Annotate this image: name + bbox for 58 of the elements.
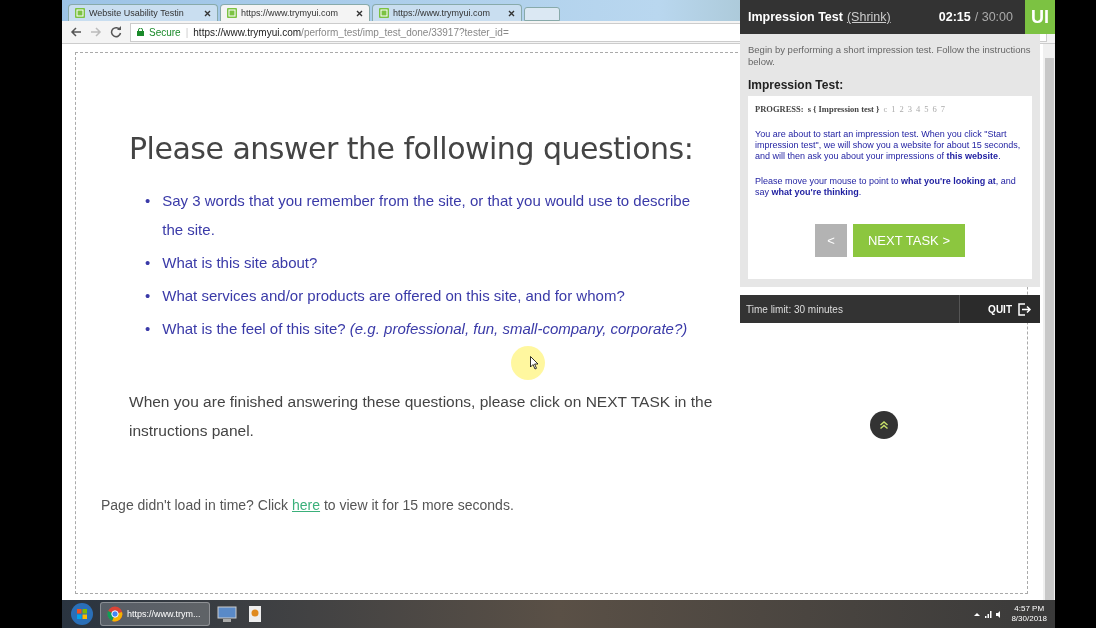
bullet: • <box>145 253 151 273</box>
reload-icon[interactable] <box>110 26 122 38</box>
progress-current: s { Impression test } <box>807 104 880 115</box>
progress-step: c <box>883 104 888 115</box>
bullet: • <box>145 191 151 211</box>
progress-label: PROGRESS: <box>755 104 804 115</box>
close-icon[interactable] <box>508 9 515 17</box>
progress-step: 1 <box>891 104 896 115</box>
question-text: What is this site about? <box>162 253 318 273</box>
panel-title: Impression Test <box>748 10 843 24</box>
question-text: What is the feel of this site? (e.g. professional, fun, small-company, corporate?) <box>162 319 688 339</box>
time-limit-value: / 30:00 <box>974 10 1013 24</box>
separator: | <box>185 26 189 38</box>
shrink-link[interactable]: (Shrink) <box>846 10 891 24</box>
taskbar-clock[interactable]: 4:57 PM 8/30/2018 <box>1011 604 1047 624</box>
site-icon <box>227 8 237 18</box>
bullet: • <box>145 319 151 339</box>
bullet: • <box>145 286 151 306</box>
progress-step: 7 <box>940 104 945 115</box>
browser-icon <box>107 606 123 622</box>
progress-step: 4 <box>915 104 921 115</box>
collapse-button[interactable] <box>870 411 898 439</box>
intro-text: Begin by performing a short impression test. Follow the instructions below. <box>748 44 1032 68</box>
section-title: Impression Test: <box>748 78 845 92</box>
browser-tab[interactable]: Website Usability Testin <box>68 4 218 21</box>
question-text: Say 3 words that you remember from the site, or that you would use to describe the site. <box>162 191 692 240</box>
cursor-icon <box>530 356 539 370</box>
quit-button[interactable]: QUIT <box>959 295 1040 323</box>
exit-icon <box>1018 302 1032 316</box>
logo: UI <box>1025 0 1055 34</box>
start-button[interactable] <box>70 602 94 626</box>
scrollbar[interactable] <box>1043 44 1055 600</box>
elapsed-time: 02:15 <box>938 10 971 24</box>
question-text: What services and/or products are offered on this site, and for whom? <box>162 286 625 306</box>
progress-step: 2 <box>899 104 904 115</box>
progress-step: 6 <box>932 104 937 115</box>
chevron-up-icon <box>879 420 889 430</box>
progress-step: 3 <box>907 104 912 115</box>
page-heading: Please answer the following questions: <box>129 131 694 166</box>
secure-label: Secure <box>149 26 181 38</box>
close-icon[interactable] <box>356 9 363 17</box>
site-icon <box>379 8 389 18</box>
lock-icon <box>137 28 144 36</box>
time-limit-text: Time limit: 30 minutes <box>745 303 844 315</box>
cursor-highlight <box>511 346 545 380</box>
reload-note: Page didn't load in time? Click here to view it for 15 more seconds. <box>101 497 515 513</box>
back-icon[interactable] <box>70 26 82 38</box>
browser-tab[interactable]: https://www.trymyui.com <box>372 4 522 21</box>
monitor-icon[interactable] <box>216 604 238 624</box>
progress-step: 5 <box>924 104 929 115</box>
instruction-text: Please move your mouse to point to what you're looking at, and say what you're thinking. <box>755 176 1017 198</box>
browser-tab[interactable]: https://www.trymyui.com <box>220 4 370 21</box>
finish-note: When you are finished answering these questions, please click on NEXT TASK in the instructions panel. <box>129 392 714 441</box>
url-text: https://www.trymyui.com/perform_test/imp_test_done/33917?tester_id= <box>193 26 509 38</box>
instruction-text: You are about to start an impression test. When you click "Start impression test", we will show you a website for about 15 seconds, and will then ask you about your impressions of this website. <box>755 129 1022 162</box>
site-icon <box>75 8 85 18</box>
close-icon[interactable] <box>204 9 211 17</box>
taskbar-item[interactable]: https://www.trym... <box>100 602 210 626</box>
